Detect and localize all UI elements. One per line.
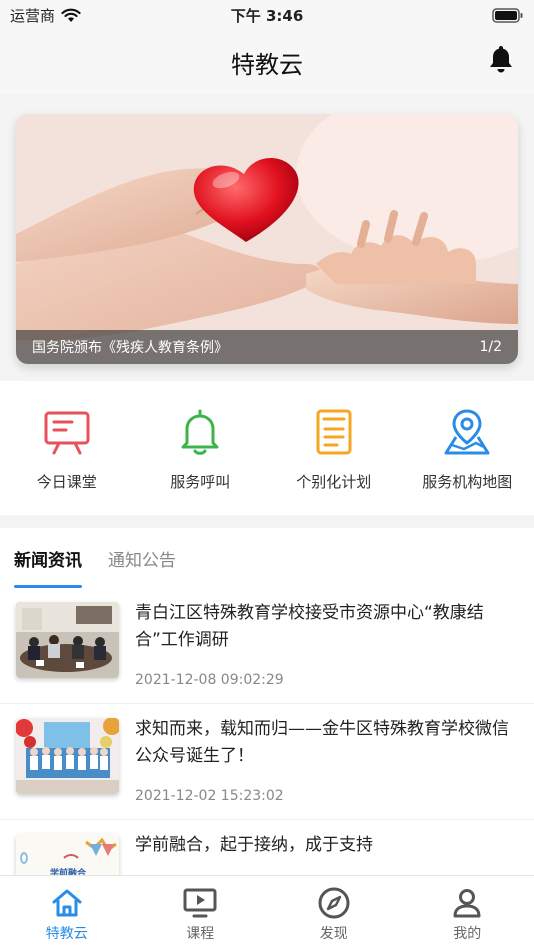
tabbar-label: 特教云 — [45, 926, 88, 942]
user-icon — [453, 889, 481, 918]
article-title: 求知而来，载知而归——金牛区特殊教育学校微信公众号诞生了！ — [135, 719, 509, 766]
banner-page-indicator: 1/2 — [479, 339, 502, 355]
quick-action-label: 服务呼叫 — [170, 473, 231, 491]
tabbar-item-profile[interactable]: 我的 — [401, 876, 534, 950]
article-title: 学前融合，起于接纳，成于支持 — [135, 835, 373, 855]
document-icon — [316, 409, 352, 455]
map-pin-icon — [444, 409, 490, 455]
banner-carousel[interactable]: 国务院颁布《残疾人教育条例》 1/2 — [16, 114, 518, 364]
home-icon — [52, 889, 82, 917]
list-item[interactable]: 求知而来，载知而归——金牛区特殊教育学校微信公众号诞生了！ 2021-12-02… — [0, 704, 534, 820]
list-item[interactable]: 青白江区特殊教育学校接受市资源中心“教康结合”工作调研 2021-12-08 0… — [0, 588, 534, 704]
tabbar-label: 我的 — [453, 926, 482, 942]
article-thumbnail: 学前融合 — [16, 834, 119, 875]
article-thumbnail — [16, 718, 119, 794]
article-thumbnail-label: 学前融合 — [50, 869, 87, 875]
quick-actions: 今日课堂 服务呼叫 个别化计划 服务机构地图 — [0, 381, 534, 515]
banner-caption-bar: 国务院颁布《残疾人教育条例》 1/2 — [16, 330, 518, 364]
news-section: 新闻资讯 通知公告 青白江区特殊教育学校接受市资源中心“教康结合”工作调研 20… — [0, 528, 534, 875]
quick-action-service-map[interactable]: 服务机构地图 — [401, 381, 534, 515]
tab-notices[interactable]: 通知公告 — [108, 528, 176, 588]
notification-bell-icon[interactable] — [488, 44, 514, 74]
article-time: 2021-12-08 09:02:29 — [135, 672, 284, 688]
article-time: 2021-12-02 15:23:02 — [135, 788, 284, 804]
tab-news[interactable]: 新闻资讯 — [14, 528, 82, 588]
tabbar-label: 课程 — [186, 926, 215, 942]
carrier-label: 运营商 — [10, 6, 56, 25]
banner-caption: 国务院颁布《残疾人教育条例》 — [32, 340, 228, 356]
banner-image — [16, 114, 518, 364]
article-title: 青白江区特殊教育学校接受市资源中心“教康结合”工作调研 — [135, 603, 484, 650]
list-item[interactable]: 学前融合 学前融合，起于接纳，成于支持 — [0, 820, 534, 875]
quick-action-today-class[interactable]: 今日课堂 — [0, 381, 134, 515]
tabbar-item-discover[interactable]: 发现 — [267, 876, 401, 950]
battery-icon — [492, 7, 523, 23]
quick-action-individual-plan[interactable]: 个别化计划 — [267, 381, 401, 515]
bottom-tab-bar: 特教云 课程 发现 我的 — [0, 875, 534, 950]
quick-action-label: 今日课堂 — [36, 473, 97, 491]
video-icon — [183, 888, 217, 918]
tabbar-item-courses[interactable]: 课程 — [134, 876, 268, 950]
whiteboard-icon — [44, 411, 90, 455]
compass-icon — [318, 887, 350, 919]
wifi-icon — [61, 8, 81, 22]
tabbar-item-home[interactable]: 特教云 — [0, 876, 134, 950]
article-thumbnail — [16, 602, 119, 678]
banner-section: 国务院颁布《残疾人教育条例》 1/2 — [0, 94, 534, 380]
quick-action-label: 服务机构地图 — [422, 473, 513, 491]
quick-action-label: 个别化计划 — [296, 473, 372, 491]
news-tabs: 新闻资讯 通知公告 — [0, 528, 534, 588]
nav-bar: 特教云 — [0, 30, 534, 94]
tabbar-label: 发现 — [319, 926, 348, 942]
page-title: 特教云 — [231, 50, 303, 79]
bell-icon — [181, 409, 219, 455]
status-bar: 运营商 下午 3:46 — [0, 0, 534, 30]
quick-action-service-call[interactable]: 服务呼叫 — [134, 381, 268, 515]
